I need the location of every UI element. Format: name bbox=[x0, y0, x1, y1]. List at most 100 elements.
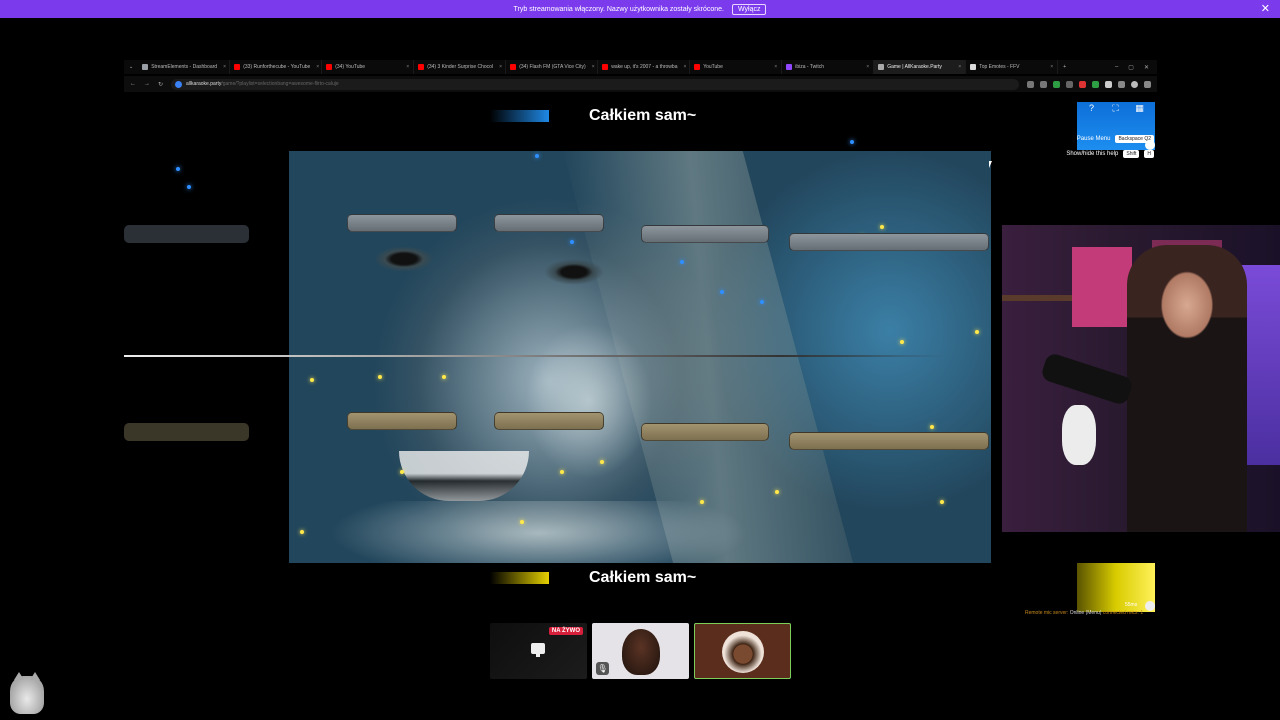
qr-code-icon[interactable]: ▦ bbox=[1134, 103, 1145, 114]
cast-icon[interactable] bbox=[1027, 80, 1034, 88]
tab-label: (34) Flash FM (GTA Vice City) bbox=[519, 64, 586, 70]
particle bbox=[760, 300, 764, 304]
note-bar-player2 bbox=[789, 432, 989, 450]
close-tab-icon[interactable]: × bbox=[955, 64, 961, 70]
particle bbox=[700, 500, 704, 504]
tab-3[interactable]: (34) 3 Kinder Surprise Chocol × bbox=[414, 60, 507, 74]
tab-9[interactable]: Top Emotes - FFV × bbox=[966, 60, 1059, 74]
puzzle-icon[interactable] bbox=[1118, 80, 1125, 88]
close-icon[interactable]: ✕ bbox=[1261, 2, 1270, 15]
extension-gray-icon[interactable] bbox=[1066, 80, 1073, 88]
avatar bbox=[722, 631, 764, 673]
streaming-mode-banner: Tryb streamowania włączony. Nazwy użytko… bbox=[0, 0, 1280, 18]
url-path: /game/?playlist=selectionbang=awesome-fl… bbox=[221, 81, 339, 87]
url-field[interactable]: allkaraoke.party/game/?playlist=selectio… bbox=[171, 78, 1019, 90]
menu-dots-icon[interactable] bbox=[1144, 80, 1151, 88]
particle bbox=[560, 470, 564, 474]
participant-tile[interactable]: 🎙 bbox=[592, 623, 689, 679]
note-bar-player1 bbox=[789, 233, 989, 251]
player2-color-panel bbox=[1077, 563, 1155, 612]
tab-search-icon[interactable]: ⌄ bbox=[124, 64, 138, 70]
close-tab-icon[interactable]: × bbox=[313, 64, 319, 70]
close-tab-icon[interactable]: × bbox=[403, 64, 409, 70]
latency-knob[interactable] bbox=[1145, 601, 1155, 611]
lyric-line-player2: Całkiem sam~ bbox=[589, 569, 697, 586]
particle bbox=[900, 340, 904, 344]
help-toolbar: ? ⛶ ▦ bbox=[1086, 103, 1145, 114]
reload-icon[interactable]: ↻ bbox=[158, 81, 163, 88]
tab-label: (34) YouTube bbox=[335, 64, 366, 70]
disable-streaming-button[interactable]: Wyłącz bbox=[731, 3, 767, 15]
extension-green-icon[interactable] bbox=[1053, 80, 1060, 88]
emote-icon bbox=[970, 64, 977, 70]
close-tab-icon[interactable]: × bbox=[863, 64, 869, 70]
particle bbox=[300, 530, 304, 534]
tab-8[interactable]: Game | AllKaraoke.Party × bbox=[874, 60, 967, 74]
latency-label: 55ms bbox=[1125, 602, 1138, 608]
particle bbox=[720, 290, 724, 294]
close-tab-icon[interactable]: × bbox=[220, 64, 226, 70]
bookmark-star-icon[interactable] bbox=[1040, 80, 1047, 88]
particle bbox=[187, 185, 191, 189]
shift-key: Shift bbox=[1123, 150, 1140, 158]
particle bbox=[775, 490, 779, 494]
particle bbox=[442, 375, 446, 379]
webcam-microphone bbox=[1039, 351, 1135, 407]
tab-4[interactable]: (34) Flash FM (GTA Vice City) × bbox=[506, 60, 599, 74]
youtube-icon bbox=[510, 64, 517, 70]
favicon-icon bbox=[142, 64, 149, 70]
browser-tabbar: ⌄ StreamElements - Dashboard × (33) Runfo… bbox=[124, 60, 1157, 74]
close-tab-icon[interactable]: × bbox=[589, 64, 595, 70]
webcam-plush bbox=[1062, 405, 1096, 465]
participant-tile-speaking[interactable] bbox=[694, 623, 791, 679]
tab-label: (33) Runforthecube - YouTube bbox=[243, 64, 311, 70]
tab-2[interactable]: (34) YouTube × bbox=[322, 60, 415, 74]
extension-green2-icon[interactable] bbox=[1092, 80, 1099, 88]
remote-mic-count: connected mics: 1 bbox=[1102, 610, 1144, 616]
close-tab-icon[interactable]: × bbox=[771, 64, 777, 70]
extension-icons bbox=[1027, 80, 1151, 88]
live-badge: NA ŻYWO bbox=[548, 627, 583, 635]
forward-icon[interactable]: → bbox=[144, 81, 150, 87]
lyric-line-player1: Całkiem sam~ bbox=[589, 107, 697, 124]
tab-label: Top Emotes - FFV bbox=[979, 64, 1020, 70]
new-tab-button[interactable]: + bbox=[1058, 64, 1071, 70]
tab-7[interactable]: ibiza - Twitch × bbox=[782, 60, 875, 74]
particle bbox=[400, 470, 404, 474]
close-tab-icon[interactable]: × bbox=[1047, 64, 1053, 70]
help-toggle-row: Show/hide this help Shift H bbox=[1066, 150, 1154, 158]
player2-progress-bar bbox=[490, 572, 549, 584]
streamer-webcam bbox=[1002, 225, 1280, 532]
screen-share-tile[interactable]: NA ŻYWO bbox=[490, 623, 587, 679]
tab-label: wake up, it's 2007 - a throwba bbox=[611, 64, 678, 70]
tab-6[interactable]: YouTube × bbox=[690, 60, 783, 74]
particle bbox=[850, 140, 854, 144]
fullscreen-icon[interactable]: ⛶ bbox=[1110, 103, 1121, 114]
avatar bbox=[622, 629, 660, 675]
tab-5[interactable]: wake up, it's 2007 - a throwba × bbox=[598, 60, 691, 74]
tab-1[interactable]: (33) Runforthecube - YouTube × bbox=[230, 60, 323, 74]
note-bar-player2 bbox=[347, 412, 457, 430]
particle bbox=[680, 260, 684, 264]
webcam-streamer bbox=[1127, 245, 1247, 532]
maximize-icon[interactable]: ▢ bbox=[1128, 64, 1134, 71]
close-tab-icon[interactable]: × bbox=[496, 64, 502, 70]
back-icon[interactable]: ← bbox=[130, 81, 136, 87]
remote-mic-status: Remote mic server: Online (Menu) connect… bbox=[1025, 610, 1143, 616]
remote-mic-state: Online (Menu) bbox=[1069, 610, 1102, 616]
help-icon[interactable]: ? bbox=[1086, 103, 1097, 114]
minimize-icon[interactable]: – bbox=[1115, 64, 1118, 71]
tab-0[interactable]: StreamElements - Dashboard × bbox=[138, 60, 231, 74]
extension-red-icon[interactable] bbox=[1079, 80, 1086, 88]
close-tab-icon[interactable]: × bbox=[680, 64, 686, 70]
extension-white-icon[interactable] bbox=[1105, 80, 1112, 88]
screen-share-icon bbox=[531, 643, 545, 657]
youtube-icon bbox=[234, 64, 241, 70]
video-scarf bbox=[329, 501, 749, 563]
site-info-icon[interactable] bbox=[175, 80, 183, 88]
help-toggle-knob[interactable] bbox=[1145, 140, 1155, 150]
close-window-icon[interactable]: ✕ bbox=[1144, 64, 1149, 71]
profile-icon[interactable] bbox=[1131, 80, 1138, 88]
particle bbox=[570, 240, 574, 244]
cat-overlay-icon bbox=[10, 672, 44, 714]
